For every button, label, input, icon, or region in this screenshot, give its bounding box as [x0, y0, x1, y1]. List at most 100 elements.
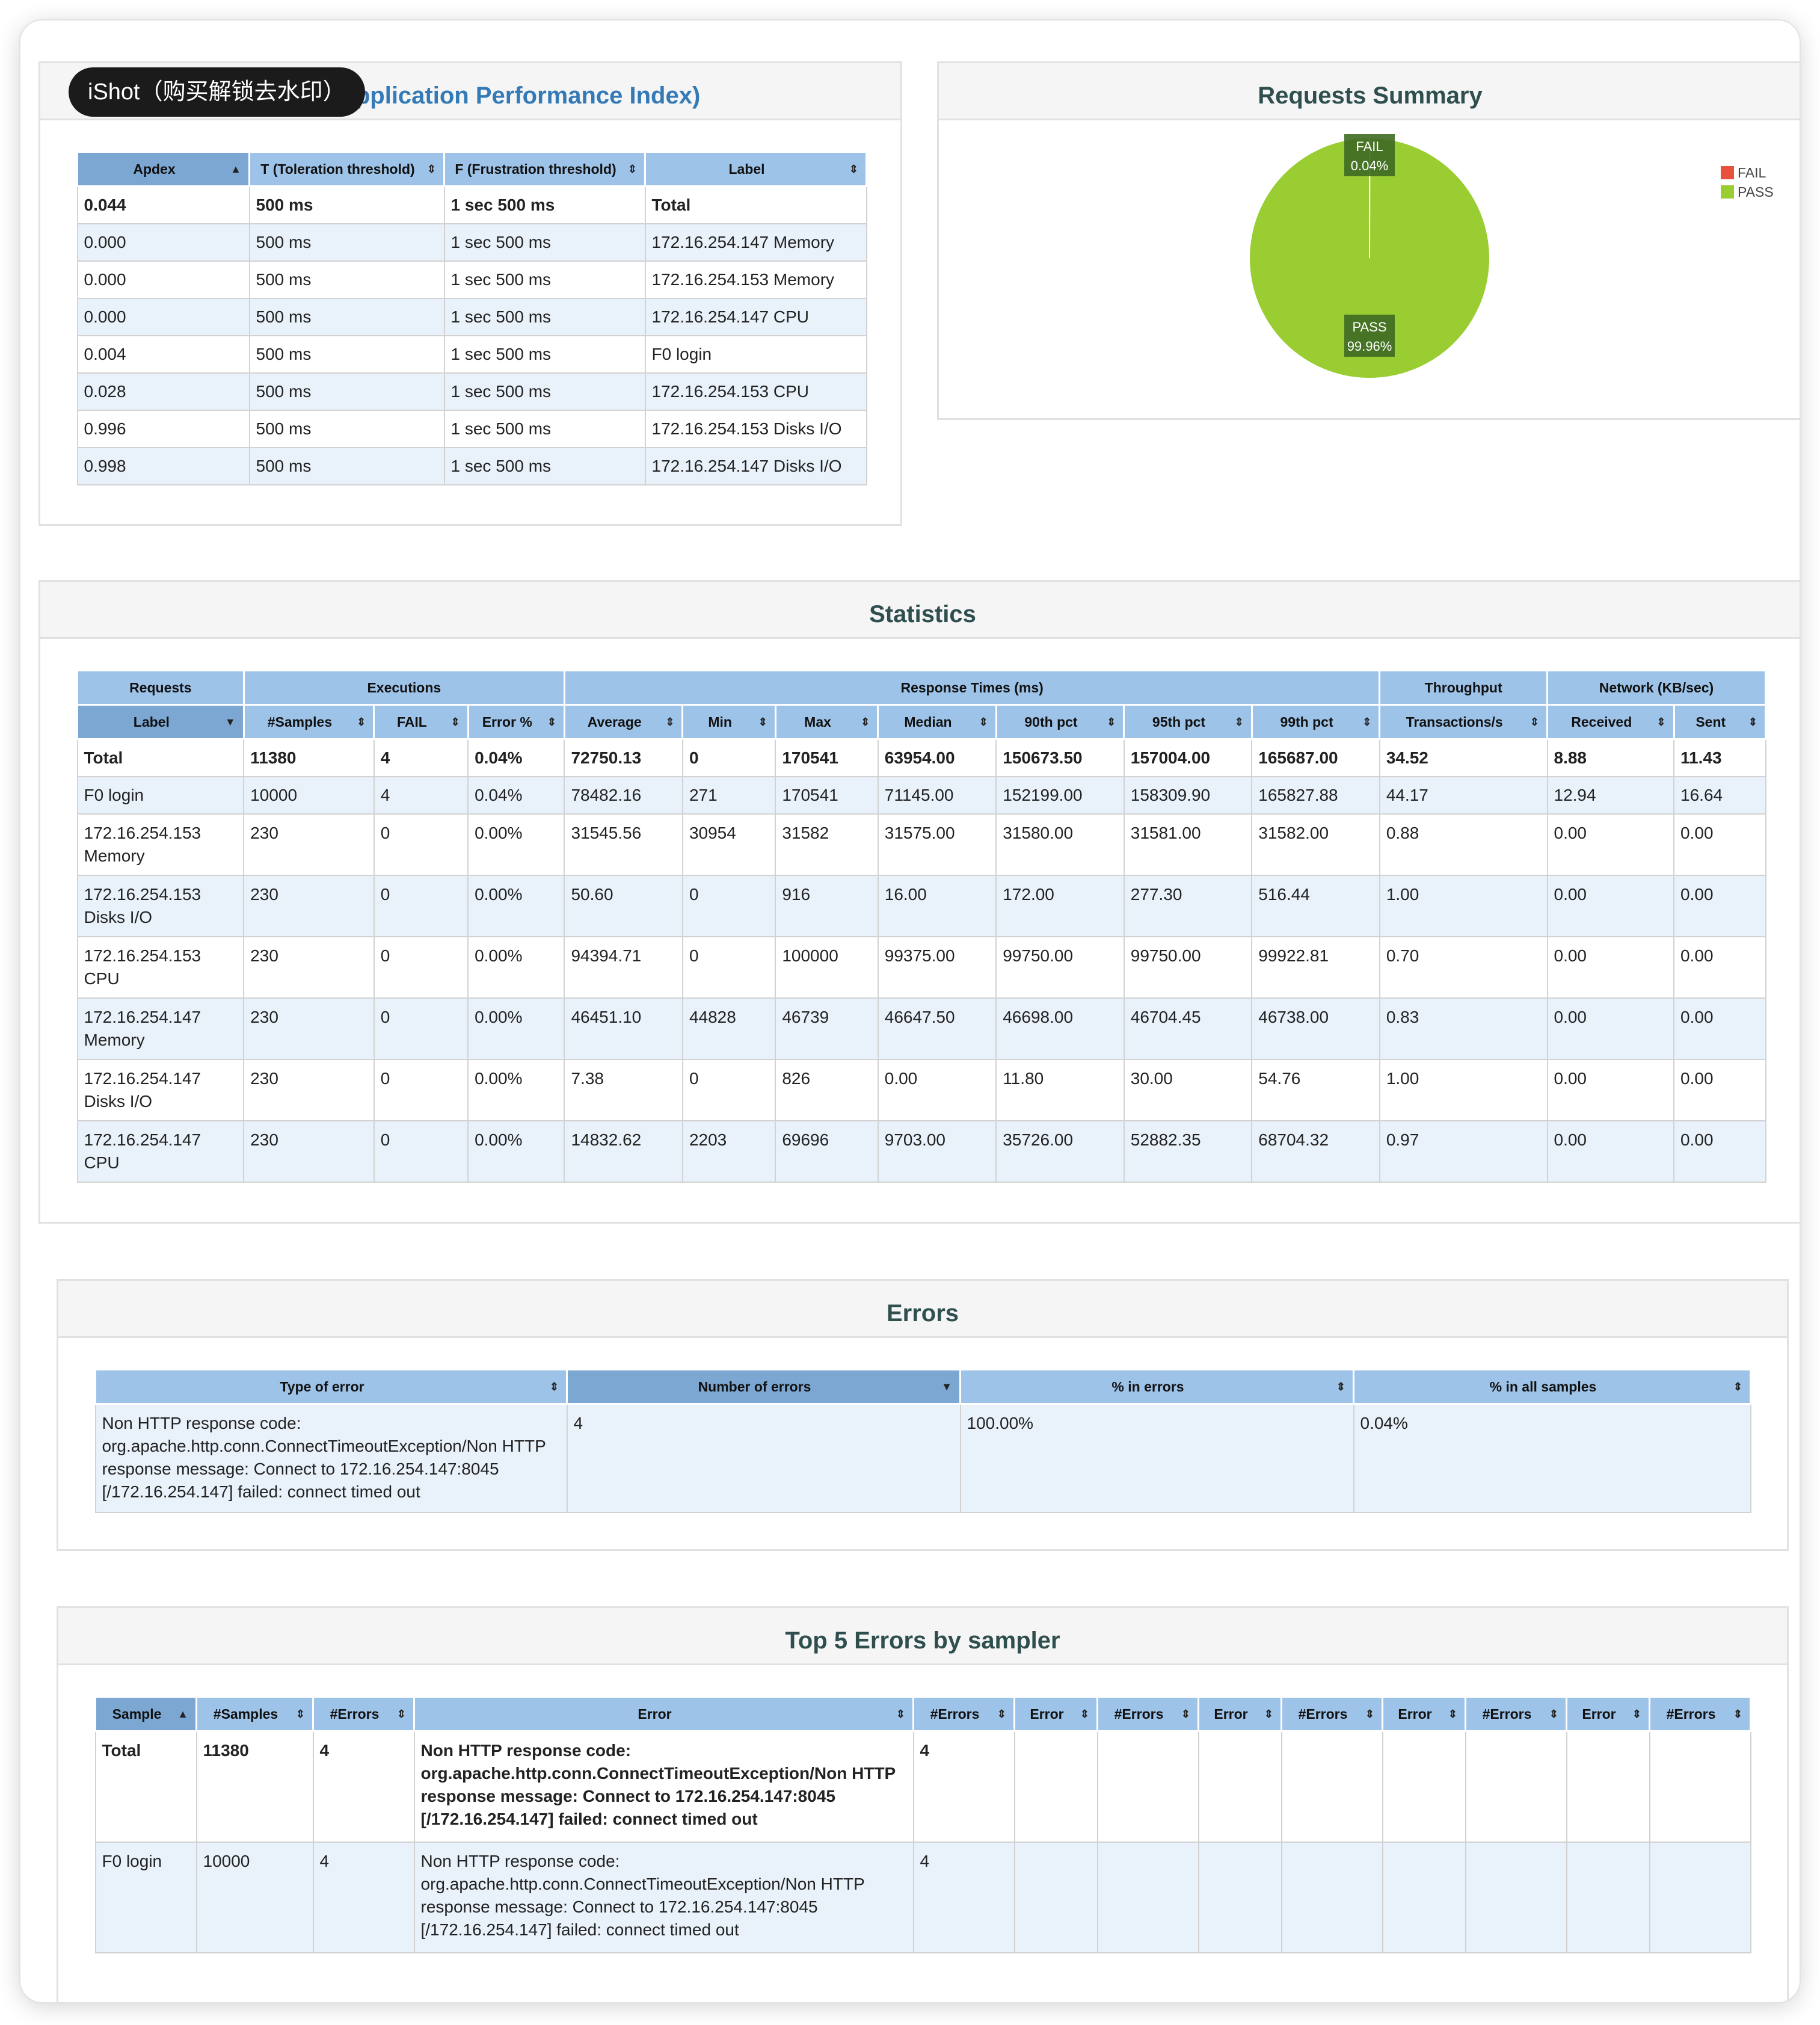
label-header[interactable]: Label ⇕ [644, 151, 867, 187]
top5-header-3[interactable]: Error ⇕ [413, 1696, 914, 1732]
table-cell: 0.70 [1379, 935, 1548, 999]
apdex-sort-header[interactable]: Apdex ▲ [76, 151, 250, 187]
sort-icon: ⇕ [1748, 715, 1757, 728]
stats-header-13[interactable]: Sent ⇕ [1673, 704, 1767, 740]
group-requests: Requests [76, 670, 245, 706]
top5-header-1[interactable]: #Samples ⇕ [195, 1696, 314, 1732]
table-cell: Non HTTP response code: org.apache.http.… [94, 1403, 568, 1513]
table-cell: 10000 [195, 1841, 314, 1953]
table-cell: 31575.00 [877, 813, 997, 876]
table-cell: 100.00% [959, 1403, 1354, 1513]
table-cell: 0 [681, 874, 776, 937]
stats-header-3[interactable]: Error % ⇕ [467, 704, 565, 740]
apdex-table: Apdex ▲ T (Toleration threshold) ⇕ F (Frus… [76, 151, 867, 485]
stats-header-5[interactable]: Min ⇕ [681, 704, 776, 740]
table-cell: 46738.00 [1251, 997, 1380, 1060]
table-row: Total 11380 4 0.04% 72750.13 0 170541 63954.00 1… [76, 738, 1766, 777]
table-cell: 4 [312, 1730, 415, 1843]
table-cell: 4 [373, 775, 469, 815]
table-cell: 11.43 [1673, 738, 1766, 777]
table-cell: 172.16.254.147 Disks I/O [644, 446, 867, 485]
sort-icon: ⇕ [1448, 1707, 1457, 1720]
table-cell: 172.16.254.153 CPU [644, 372, 867, 411]
table-cell: 172.16.254.153 Disks I/O [644, 409, 867, 448]
fail-data-label-value: 0.04% [1351, 158, 1388, 173]
toleration-header[interactable]: T (Toleration threshold) ⇕ [248, 151, 445, 187]
stats-header-12[interactable]: Received ⇕ [1546, 704, 1675, 740]
requests-pie-chart: FAIL 0.04% PASS 99.96% [1249, 134, 1490, 379]
top5-errors-title: Top 5 Errors by sampler [58, 1608, 1787, 1665]
table-row: Non HTTP response code: org.apache.http.… [94, 1403, 1751, 1513]
errors-table: Type of error ⇕ Number of errors ▼% in erro… [94, 1369, 1751, 1513]
group-throughput: Throughput [1379, 670, 1548, 706]
stats-header-0[interactable]: Label ▼ [76, 704, 245, 740]
errors-header-1[interactable]: Number of errors ▼ [566, 1369, 961, 1405]
stats-header-7[interactable]: Median ⇕ [877, 704, 997, 740]
stats-header-11[interactable]: Transactions/s ⇕ [1379, 704, 1548, 740]
stats-header-8[interactable]: 90th pct ⇕ [995, 704, 1125, 740]
top5-header-2[interactable]: #Errors ⇕ [312, 1696, 415, 1732]
top5-header-4[interactable]: #Errors ⇕ [912, 1696, 1015, 1732]
table-cell: 0.00 [1673, 1120, 1766, 1183]
frustration-header[interactable]: F (Frustration threshold) ⇕ [443, 151, 646, 187]
table-cell: 0.00% [467, 935, 565, 999]
table-cell: 0.83 [1379, 997, 1548, 1060]
errors-header-0[interactable]: Type of error ⇕ [94, 1369, 568, 1405]
table-cell: 0.00 [1546, 935, 1675, 999]
table-cell: 99375.00 [877, 935, 997, 999]
table-cell: 4 [912, 1730, 1015, 1843]
table-cell: 152199.00 [995, 775, 1125, 815]
table-row: Total 11380 4 Non HTTP response code: org.a… [94, 1730, 1751, 1843]
top5-header-11[interactable]: Error ⇕ [1566, 1696, 1650, 1732]
top5-header-10[interactable]: #Errors ⇕ [1465, 1696, 1567, 1732]
table-cell: 0.004 [76, 334, 250, 374]
table-cell: 99750.00 [1123, 935, 1253, 999]
top5-header-9[interactable]: Error ⇕ [1382, 1696, 1466, 1732]
table-cell [1280, 1730, 1383, 1843]
sort-icon: ⇕ [1656, 715, 1666, 728]
table-cell: 230 [243, 997, 375, 1060]
stats-header-6[interactable]: Max ⇕ [774, 704, 879, 740]
table-cell: 0 [681, 935, 776, 999]
stats-header-2[interactable]: FAIL ⇕ [373, 704, 469, 740]
table-row: F0 login 10000 4 Non HTTP response code: or… [94, 1841, 1751, 1953]
sort-icon: ⇕ [979, 715, 988, 728]
table-cell: 0.00 [1673, 1058, 1766, 1121]
sort-icon: ⇕ [396, 1707, 406, 1720]
table-cell: 172.16.254.153 Memory [76, 813, 245, 876]
top5-header-5[interactable]: Error ⇕ [1013, 1696, 1098, 1732]
top5-header-8[interactable]: #Errors ⇕ [1280, 1696, 1383, 1732]
legend-item-pass[interactable]: PASS [1721, 182, 1774, 202]
table-cell: 0.00% [467, 997, 565, 1060]
stats-header-1[interactable]: #Samples ⇕ [242, 704, 375, 740]
errors-header-2[interactable]: % in errors ⇕ [959, 1369, 1354, 1405]
top5-header-0[interactable]: Sample ▲ [94, 1696, 197, 1732]
legend-item-fail[interactable]: FAIL [1721, 163, 1774, 182]
table-cell: 165687.00 [1251, 738, 1380, 777]
table-cell: 0.88 [1379, 813, 1548, 876]
table-cell: 0.00 [1546, 1120, 1675, 1183]
sort-icon: ⇕ [547, 715, 556, 728]
stats-header-10[interactable]: 99th pct ⇕ [1250, 704, 1381, 740]
stats-header-9[interactable]: 95th pct ⇕ [1123, 704, 1253, 740]
table-cell: 44828 [681, 997, 776, 1060]
table-cell: 0.00 [1546, 874, 1675, 937]
sort-icon: ⇕ [1080, 1707, 1089, 1720]
table-cell [1280, 1841, 1383, 1953]
top5-header-7[interactable]: Error ⇕ [1197, 1696, 1282, 1732]
requests-summary-panel: Requests Summary FAIL 0.04% PASS 99.96% FAI… [937, 61, 1800, 420]
table-cell: 500 ms [248, 223, 445, 262]
table-cell: Total [94, 1730, 197, 1843]
table-row: F0 login 10000 4 0.04% 78482.16 271 170541 7114… [76, 775, 1766, 815]
table-cell: 46704.45 [1123, 997, 1253, 1060]
top5-header-12[interactable]: #Errors ⇕ [1649, 1696, 1751, 1732]
table-cell: 31582.00 [1251, 813, 1380, 876]
table-cell: 500 ms [248, 297, 445, 336]
group-executions: Executions [242, 670, 565, 706]
table-cell: 1 sec 500 ms [443, 446, 646, 485]
stats-header-4[interactable]: Average ⇕ [563, 704, 684, 740]
table-cell: 1.00 [1379, 874, 1548, 937]
top5-header-6[interactable]: #Errors ⇕ [1096, 1696, 1199, 1732]
errors-header-3[interactable]: % in all samples ⇕ [1353, 1369, 1751, 1405]
table-cell: 54.76 [1251, 1058, 1380, 1121]
